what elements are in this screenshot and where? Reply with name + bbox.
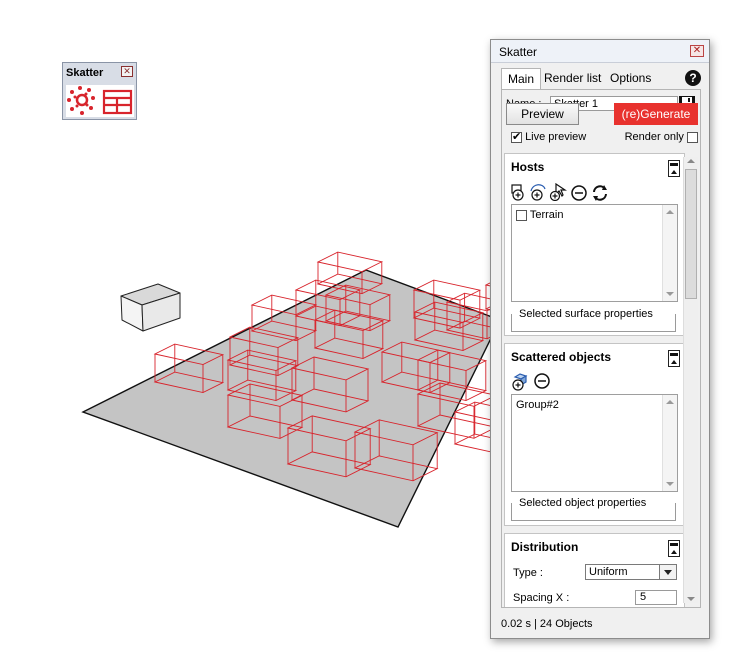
main-tab-body: Name : Skatter 1 Preview (re)Generate Li… [501,89,701,608]
distribution-collapse-icon[interactable] [668,540,680,557]
scattered-collapse-icon[interactable] [668,350,680,367]
type-label: Type : [513,567,543,579]
tab-options[interactable]: Options [604,68,657,89]
distribution-title: Distribution [511,540,579,554]
render-only-checkbox[interactable] [687,131,698,143]
distribution-section: Distribution Type : Uniform Spacing X : … [504,533,685,607]
spacing-x-field[interactable]: 5 [635,590,677,605]
live-preview-label: Live preview [525,131,587,143]
hosts-section: Hosts Terrain Selected surface propertie… [504,153,685,336]
source-group-box [120,283,181,332]
panel-titlebar[interactable]: Skatter ✕ [491,40,709,63]
refresh-icon[interactable] [593,185,607,201]
hosts-collapse-icon[interactable] [668,160,680,177]
hosts-title: Hosts [511,160,545,174]
list-item[interactable]: Group#2 [516,399,559,411]
add-host-icon[interactable] [511,184,524,201]
scatter-icon[interactable] [67,86,95,115]
list-item[interactable]: Terrain [516,209,563,221]
tab-main[interactable]: Main [501,68,542,89]
distribution-type-value: Uniform [589,566,628,578]
settings-scrollbar-thumb[interactable] [685,169,697,299]
remove-host-icon[interactable] [571,185,587,201]
host-checkbox[interactable] [516,209,527,221]
render-only-option[interactable]: Render only [625,131,698,143]
objects-list-scrollbar[interactable] [662,395,677,491]
selected-surface-properties-label: Selected surface properties [517,308,655,320]
live-preview-option[interactable]: Live preview [511,130,587,143]
status-bar: 0.02 s | 24 Objects [501,618,593,630]
live-preview-checkbox[interactable] [511,130,522,143]
remove-object-icon[interactable] [534,373,550,389]
scattered-objects-section: Scattered objects Group#2 Selected objec… [504,343,685,526]
selected-object-properties[interactable]: Selected object properties [511,497,676,521]
scattered-objects-list[interactable]: Group#2 [511,394,678,492]
render-list-icon[interactable] [102,89,133,115]
scattered-toolbar [511,372,555,391]
skatter-toolbar: Skatter ✕ [62,62,137,120]
distribution-type-select[interactable]: Uniform [585,564,677,580]
add-host-by-pick-icon[interactable] [530,184,546,201]
tab-bar: Main Render list Options ? [501,68,701,90]
selected-surface-properties[interactable]: Selected surface properties [511,308,676,332]
skatter-panel: Skatter ✕ Main Render list Options ? Nam… [490,39,710,639]
hosts-list[interactable]: Terrain [511,204,678,302]
add-object-icon[interactable] [512,373,528,391]
panel-close-icon[interactable]: ✕ [690,45,704,57]
regenerate-button[interactable]: (re)Generate [614,103,698,125]
host-label: Terrain [529,209,564,221]
settings-scroll-area[interactable]: Hosts Terrain Selected surface propertie… [502,153,700,607]
hosts-list-scrollbar[interactable] [662,205,677,301]
toolbar-icon-strip [66,85,134,117]
panel-title: Skatter [499,45,538,59]
tab-render-list[interactable]: Render list [538,68,607,89]
wire-box-edge [316,251,384,273]
chevron-down-icon[interactable] [659,565,676,579]
help-icon[interactable]: ? [685,70,701,86]
toolbar-title: Skatter [66,67,104,79]
add-host-cursor-icon[interactable] [549,182,567,202]
settings-scrollbar[interactable] [683,157,698,603]
scattered-objects-title: Scattered objects [511,350,612,364]
preview-button[interactable]: Preview [506,103,579,125]
spacing-x-label: Spacing X : [513,592,570,604]
hosts-toolbar [511,182,611,202]
selected-object-properties-label: Selected object properties [517,497,649,509]
toolbar-close-icon[interactable]: ✕ [121,66,133,77]
render-only-label: Render only [624,131,684,143]
